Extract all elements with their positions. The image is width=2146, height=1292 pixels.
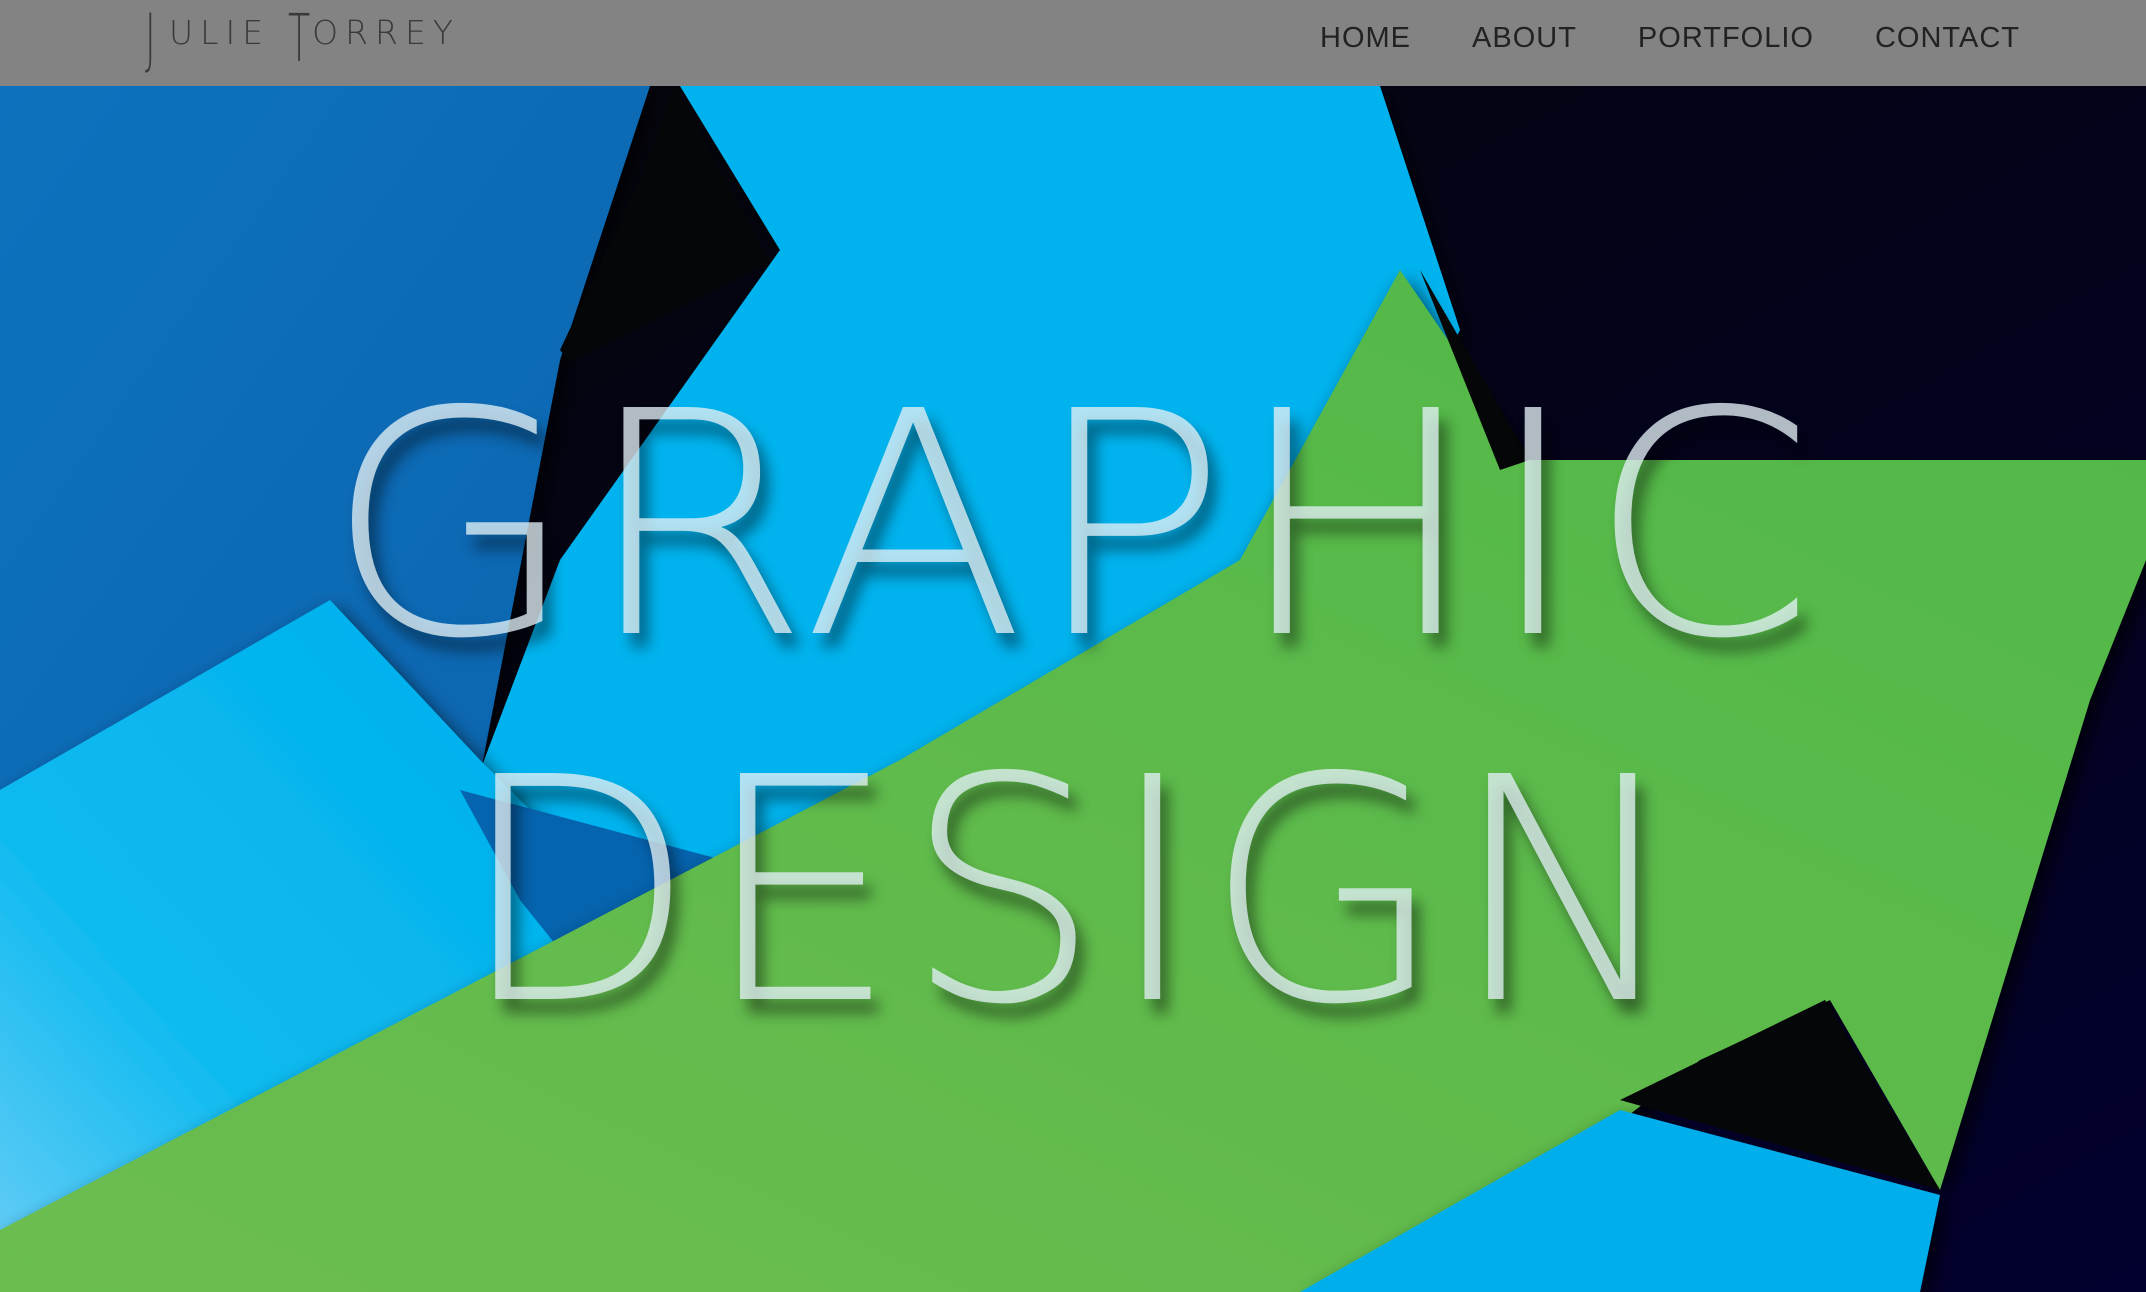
nav-about-link[interactable]: ABOUT (1472, 22, 1577, 55)
hero-headline-line2: DESIGN (457, 712, 1689, 1073)
page: J ULIE T ORREY HOME ABOUT PORTFOLIO CONT… (0, 0, 2146, 1292)
logo-first-name: ULIE (169, 13, 271, 52)
logo-last-name: ORREY (312, 13, 460, 52)
hero-headline-line1: GRAPHIC (324, 346, 1822, 707)
nav-home-link[interactable]: HOME (1320, 22, 1411, 55)
nav-portfolio-link[interactable]: PORTFOLIO (1638, 22, 1814, 55)
logo-initial-first: J (145, 0, 160, 77)
site-logo[interactable]: J ULIE T ORREY (145, 6, 460, 76)
logo-initial-last: T (288, 0, 314, 77)
nav-contact-link[interactable]: CONTACT (1875, 22, 2020, 55)
site-header: J ULIE T ORREY HOME ABOUT PORTFOLIO CONT… (0, 0, 2146, 86)
hero-banner: GRAPHIC DESIGN (0, 86, 2146, 1292)
main-nav: HOME ABOUT PORTFOLIO CONTACT (1320, 0, 2020, 76)
